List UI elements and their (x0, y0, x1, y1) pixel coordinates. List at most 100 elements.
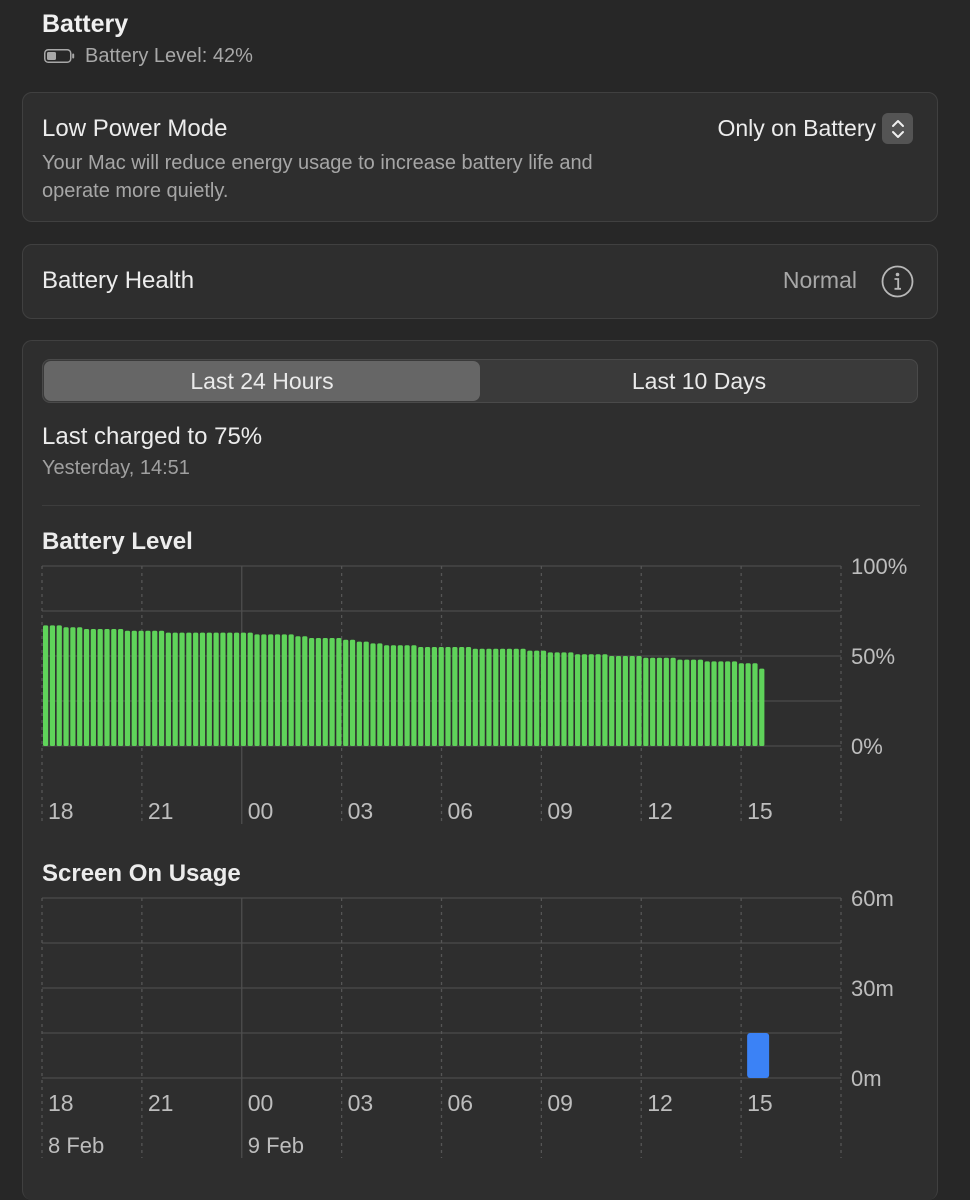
x-axis-tick-label: 15 (747, 1090, 773, 1116)
battery-level-bar (506, 648, 513, 746)
battery-level-bar (124, 630, 131, 746)
page-title: Battery (42, 10, 129, 38)
battery-level-bar (193, 632, 199, 746)
info-icon[interactable] (881, 265, 914, 298)
battery-level-bar (752, 663, 758, 746)
chevron-up-down-icon (882, 113, 913, 144)
battery-health-card: Battery Health Normal (22, 244, 938, 319)
usage-history-card: Last 24 Hours Last 10 Days Last charged … (22, 340, 938, 1200)
battery-level-bar (343, 639, 349, 746)
battery-level-bar (356, 641, 362, 746)
battery-level-bar (111, 629, 117, 746)
battery-level-bar (349, 639, 356, 746)
date-label: 8 Feb (48, 1133, 104, 1158)
x-axis-tick-label: 00 (248, 798, 274, 824)
charts-canvas: 100% 50% 0% 18 21 00 03 06 09 12 15 60m 30m 0m 18 21 00 0… (41, 554, 907, 1158)
battery-level-bar (547, 652, 553, 746)
battery-level-bar (370, 643, 376, 746)
battery-level-bar (465, 647, 472, 746)
battery-level-bar (718, 661, 724, 746)
battery-level-bar (629, 656, 635, 746)
battery-level-bar (63, 627, 69, 746)
battery-level-bar (575, 654, 581, 746)
battery-health-value: Normal (782, 267, 857, 293)
battery-level-bar (104, 629, 110, 746)
battery-level-bar (602, 654, 608, 746)
battery-level-bar (636, 656, 642, 746)
battery-level-bar (534, 650, 540, 746)
battery-level-bar (459, 647, 465, 746)
battery-level-bar (288, 634, 294, 746)
battery-level-bar (97, 629, 103, 746)
y-axis-label: 100% (851, 554, 907, 579)
battery-level-bar (738, 663, 744, 746)
battery-icon (44, 49, 75, 63)
battery-level-bar (445, 647, 451, 746)
battery-level-bar (49, 625, 56, 746)
battery-level-bar (186, 632, 192, 746)
battery-level-bar (363, 641, 369, 746)
battery-level-bar (83, 629, 90, 746)
battery-level-bar (274, 634, 281, 746)
x-axis-tick-label: 12 (647, 1090, 673, 1116)
battery-level-bar (165, 632, 171, 746)
x-axis-tick-label: 18 (48, 1090, 74, 1116)
battery-level-bar (493, 648, 499, 746)
battery-level-bar (690, 659, 697, 746)
battery-level-bar (554, 652, 560, 746)
battery-level-bar (697, 659, 704, 746)
battery-level-bar (322, 638, 328, 746)
battery-level-bar (650, 657, 656, 746)
battery-level-text: Battery Level: 42% (85, 44, 253, 67)
x-axis-tick-label: 21 (148, 798, 174, 824)
battery-level-bar (609, 656, 615, 746)
y-axis-label: 0m (851, 1066, 882, 1091)
screen-usage-bar (747, 1033, 770, 1078)
battery-level-bar (472, 648, 478, 746)
battery-level-bar (329, 638, 335, 746)
battery-level-bar (295, 636, 301, 746)
battery-level-bar (486, 648, 492, 746)
battery-level-bar (588, 654, 594, 746)
battery-level-bar (77, 627, 83, 746)
battery-level-bar (759, 668, 765, 746)
battery-level-bar (131, 630, 137, 746)
battery-level-bar (711, 661, 717, 746)
battery-level-bar (118, 629, 124, 746)
battery-level-summary: Battery Level: 42% (44, 43, 253, 69)
x-axis-tick-label: 12 (647, 798, 673, 824)
battery-level-bar (233, 632, 240, 746)
battery-level-bar (499, 648, 506, 746)
low-power-mode-card: Low Power Mode Your Mac will reduce ener… (22, 92, 938, 222)
battery-level-bar (561, 652, 567, 746)
low-power-mode-description: Your Mac will reduce energy usage to inc… (42, 152, 593, 202)
x-axis-tick-label: 03 (348, 798, 374, 824)
battery-level-bar (138, 630, 144, 746)
low-power-mode-value: Only on Battery (717, 115, 876, 141)
battery-level-bar (684, 659, 690, 746)
battery-level-bar (411, 645, 417, 746)
battery-level-bar (745, 663, 751, 746)
low-power-mode-select[interactable]: Only on Battery (717, 113, 913, 144)
battery-level-bar (622, 656, 628, 746)
x-axis-tick-label: 21 (148, 1090, 174, 1116)
battery-level-bar (70, 627, 76, 746)
battery-level-bar (404, 645, 410, 746)
battery-level-bar (643, 657, 649, 746)
battery-level-bar (220, 632, 226, 746)
battery-level-bar (43, 625, 49, 746)
battery-level-bar (418, 647, 424, 746)
battery-level-bar (309, 638, 315, 746)
low-power-mode-title: Low Power Mode (42, 115, 228, 142)
battery-level-bar (315, 638, 322, 746)
battery-level-bar (581, 654, 588, 746)
battery-level-bar (595, 654, 601, 746)
battery-level-bar (452, 647, 458, 746)
y-axis-label: 60m (851, 886, 894, 911)
battery-level-bar (656, 657, 663, 746)
battery-level-bar (227, 632, 233, 746)
battery-level-bar (336, 638, 342, 746)
x-axis-tick-label: 15 (747, 798, 773, 824)
battery-level-bar (615, 656, 622, 746)
battery-level-bar (677, 659, 683, 746)
